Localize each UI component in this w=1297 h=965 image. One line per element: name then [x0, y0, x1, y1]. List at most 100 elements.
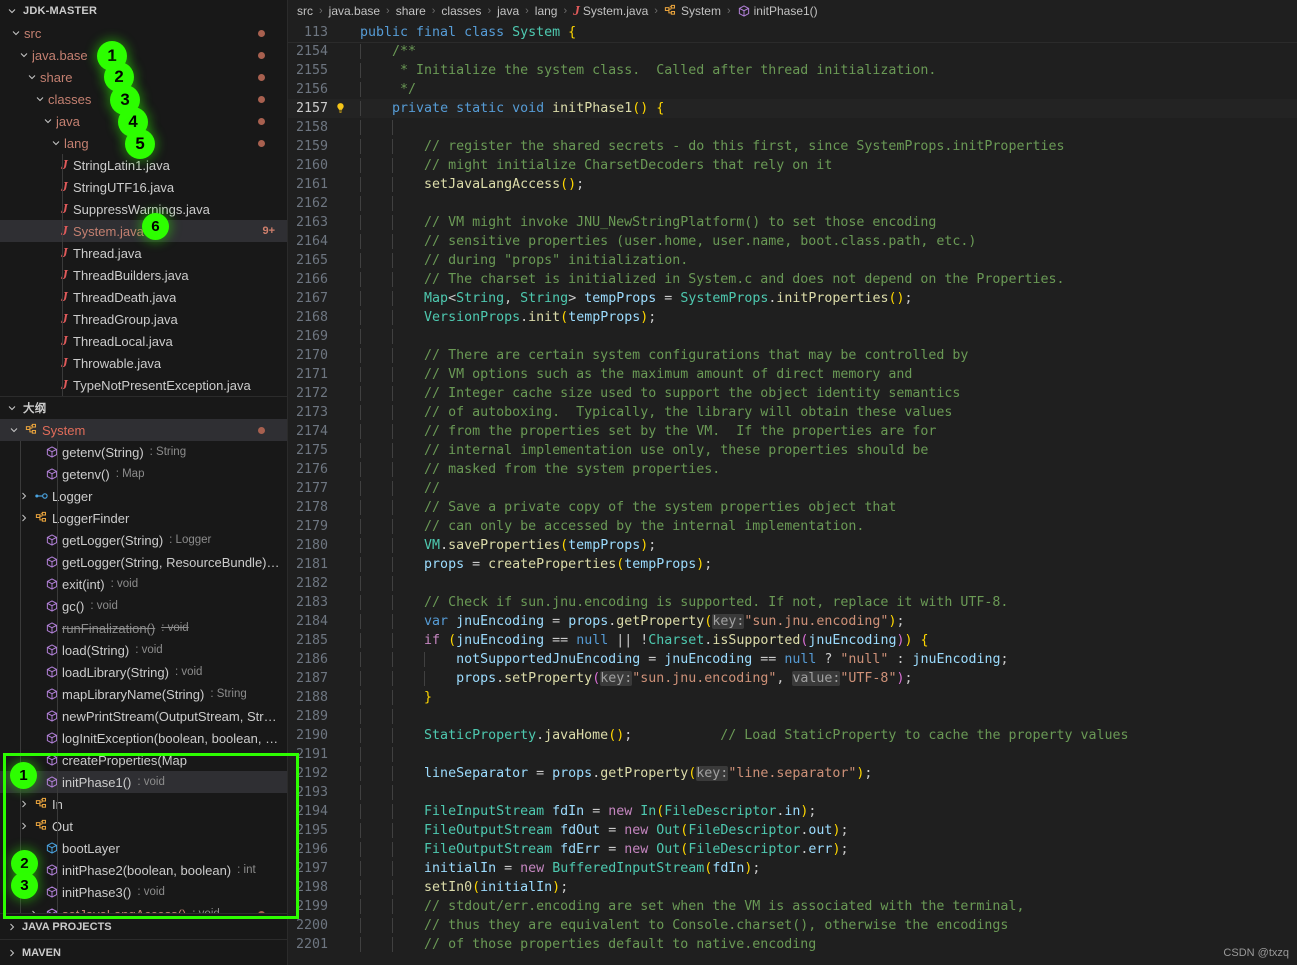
tree-file-ThreadDeath.java[interactable]: J ThreadDeath.java [0, 286, 287, 308]
outline-item-loggerfinder[interactable]: LoggerFinder [0, 507, 287, 529]
outline-list[interactable]: System getenv(String): String getenv(): Ma… [0, 419, 287, 913]
outline-item-in[interactable]: In [0, 793, 287, 815]
breadcrumb-item-initphase1-[interactable]: initPhase1() [736, 4, 819, 18]
code-line-2188[interactable]: 2188 } [288, 688, 1297, 707]
code-line-2191[interactable]: 2191 [288, 745, 1297, 764]
chevron-down-icon[interactable] [6, 424, 22, 436]
tree-file-TypeNotPresentException.java[interactable]: J TypeNotPresentException.java [0, 374, 287, 396]
code-line-2170[interactable]: 2170 // There are certain system configu… [288, 346, 1297, 365]
breadcrumb-item-java[interactable]: java [496, 4, 520, 18]
outline-item-getlogger-string-[interactable]: getLogger(String): Logger [0, 529, 287, 551]
breadcrumb-item-lang[interactable]: lang [534, 4, 559, 18]
code-line-2198[interactable]: 2198 setIn0(initialIn); [288, 878, 1297, 897]
code-line-2159[interactable]: 2159 // register the shared secrets - do… [288, 137, 1297, 156]
code-line-2171[interactable]: 2171 // VM options such as the maximum a… [288, 365, 1297, 384]
tree-file-Thread.java[interactable]: J Thread.java [0, 242, 287, 264]
code-line-2160[interactable]: 2160 // might initialize CharsetDecoders… [288, 156, 1297, 175]
code-line-2163[interactable]: 2163 // VM might invoke JNU_NewStringPla… [288, 213, 1297, 232]
code-line-2196[interactable]: 2196 FileOutputStream fdErr = new Out(Fi… [288, 840, 1297, 859]
tree-folder-java.base[interactable]: java.base [0, 44, 287, 66]
code-line-2193[interactable]: 2193 [288, 783, 1297, 802]
outline-item-getenv-[interactable]: getenv(): Map [0, 463, 287, 485]
code-line-2197[interactable]: 2197 initialIn = new BufferedInputStream… [288, 859, 1297, 878]
code-line-2181[interactable]: 2181 props = createProperties(tempProps)… [288, 555, 1297, 574]
code-line-2186[interactable]: 2186 notSupportedJnuEncoding = jnuEncodi… [288, 650, 1297, 669]
code-line-2164[interactable]: 2164 // sensitive properties (user.home,… [288, 232, 1297, 251]
tree-file-StringLatin1.java[interactable]: J StringLatin1.java [0, 154, 287, 176]
code-line-2184[interactable]: 2184 var jnuEncoding = props.getProperty… [288, 612, 1297, 631]
code-line-2155[interactable]: 2155 * Initialize the system class. Call… [288, 61, 1297, 80]
explorer-root-header[interactable]: JDK-MASTER [0, 0, 287, 22]
panel-java-projects[interactable]: JAVA PROJECTS [0, 913, 287, 939]
chevron-right-icon[interactable] [16, 820, 32, 832]
tree-folder-java[interactable]: java [0, 110, 287, 132]
code-line-2154[interactable]: 2154 /** [288, 42, 1297, 61]
tree-file-ThreadGroup.java[interactable]: J ThreadGroup.java [0, 308, 287, 330]
outline-item-gc-[interactable]: gc(): void [0, 595, 287, 617]
outline-item-logger[interactable]: Logger [0, 485, 287, 507]
code-line-2173[interactable]: 2173 // of autoboxing. Typically, the li… [288, 403, 1297, 422]
outline-item-bootlayer[interactable]: bootLayer [0, 837, 287, 859]
code-line-2165[interactable]: 2165 // during "props" initialization. [288, 251, 1297, 270]
breadcrumb-item-share[interactable]: share [395, 4, 427, 18]
outline-item-loginitexception-boolean-boolean-[interactable]: logInitException(boolean, boolean, … [0, 727, 287, 749]
outline-item-loadlibrary-string-[interactable]: loadLibrary(String): void [0, 661, 287, 683]
lightbulb-icon[interactable] [330, 102, 350, 115]
code-line-2162[interactable]: 2162 [288, 194, 1297, 213]
tree-file-StringUTF16.java[interactable]: J StringUTF16.java [0, 176, 287, 198]
file-tree[interactable]: src java.base share classes java lang J StringL… [0, 22, 287, 396]
outline-item-newprintstream-outputstream-str-[interactable]: newPrintStream(OutputStream, Str… [0, 705, 287, 727]
code-line-2168[interactable]: 2168 VersionProps.init(tempProps); [288, 308, 1297, 327]
code-line-2194[interactable]: 2194 FileInputStream fdIn = new In(FileD… [288, 802, 1297, 821]
code-line-2183[interactable]: 2183 // Check if sun.jnu.encoding is sup… [288, 593, 1297, 612]
chevron-right-icon[interactable] [16, 512, 32, 524]
code-line-2179[interactable]: 2179 // can only be accessed by the inte… [288, 517, 1297, 536]
code-line-2176[interactable]: 2176 // masked from the system propertie… [288, 460, 1297, 479]
outline-item-initphase2-boolean-boolean-[interactable]: initPhase2(boolean, boolean): int [0, 859, 287, 881]
outline-item-out[interactable]: Out [0, 815, 287, 837]
outline-item-getlogger-string-resourcebundle-[interactable]: getLogger(String, ResourceBundle)… [0, 551, 287, 573]
tree-folder-share[interactable]: share [0, 66, 287, 88]
breadcrumb[interactable]: src › java.base › share › classes › java › lang › J S… [288, 0, 1297, 22]
code-line-2169[interactable]: 2169 [288, 327, 1297, 346]
code-line-2187[interactable]: 2187 props.setProperty(key:"sun.jnu.enco… [288, 669, 1297, 688]
breadcrumb-item-java-base[interactable]: java.base [328, 4, 381, 18]
outline-item-runfinalization-[interactable]: runFinalization(): void [0, 617, 287, 639]
code-line-2178[interactable]: 2178 // Save a private copy of the syste… [288, 498, 1297, 517]
tree-file-Throwable.java[interactable]: J Throwable.java [0, 352, 287, 374]
code-line-2201[interactable]: 2201 // of those properties default to n… [288, 935, 1297, 954]
code-line-2195[interactable]: 2195 FileOutputStream fdOut = new Out(Fi… [288, 821, 1297, 840]
sticky-scroll-line[interactable]: 113 public final class System { [288, 22, 1297, 42]
breadcrumb-item-src[interactable]: src [296, 4, 314, 18]
code-line-2161[interactable]: 2161 setJavaLangAccess(); [288, 175, 1297, 194]
code-line-2156[interactable]: 2156 */ [288, 80, 1297, 99]
outline-item-setjavalangaccess-[interactable]: setJavaLangAccess(): void [0, 903, 287, 913]
chevron-right-icon[interactable] [16, 490, 32, 502]
code-line-2175[interactable]: 2175 // internal implementation use only… [288, 441, 1297, 460]
tree-file-System.java[interactable]: J System.java 9+ [0, 220, 287, 242]
tree-folder-src[interactable]: src [0, 22, 287, 44]
code-line-2177[interactable]: 2177 // [288, 479, 1297, 498]
tree-folder-lang[interactable]: lang [0, 132, 287, 154]
chevron-right-icon[interactable] [26, 908, 42, 913]
code-line-2200[interactable]: 2200 // thus they are equivalent to Cons… [288, 916, 1297, 935]
tree-folder-classes[interactable]: classes [0, 88, 287, 110]
code-line-2185[interactable]: 2185 if (jnuEncoding == null || !Charset… [288, 631, 1297, 650]
tree-file-ThreadLocal.java[interactable]: J ThreadLocal.java [0, 330, 287, 352]
breadcrumb-item-system-java[interactable]: J System.java [572, 3, 649, 19]
breadcrumb-item-system[interactable]: System [663, 4, 722, 18]
outline-item-system[interactable]: System [0, 419, 287, 441]
code-line-2190[interactable]: 2190 StaticProperty.javaHome(); // Load … [288, 726, 1297, 745]
code-line-2182[interactable]: 2182 [288, 574, 1297, 593]
code-line-2192[interactable]: 2192 lineSeparator = props.getProperty(k… [288, 764, 1297, 783]
outline-header[interactable]: 大纲 [0, 397, 287, 419]
outline-item-getenv-string-[interactable]: getenv(String): String [0, 441, 287, 463]
code-line-2157[interactable]: 2157 private static void initPhase1() { [288, 99, 1297, 118]
outline-item-exit-int-[interactable]: exit(int): void [0, 573, 287, 595]
chevron-right-icon[interactable] [16, 798, 32, 810]
editor-scrollbar[interactable] [1286, 22, 1297, 965]
breadcrumb-item-classes[interactable]: classes [440, 4, 482, 18]
outline-item-initphase3-[interactable]: initPhase3(): void [0, 881, 287, 903]
outline-item-load-string-[interactable]: load(String): void [0, 639, 287, 661]
tree-file-SuppressWarnings.java[interactable]: J SuppressWarnings.java [0, 198, 287, 220]
